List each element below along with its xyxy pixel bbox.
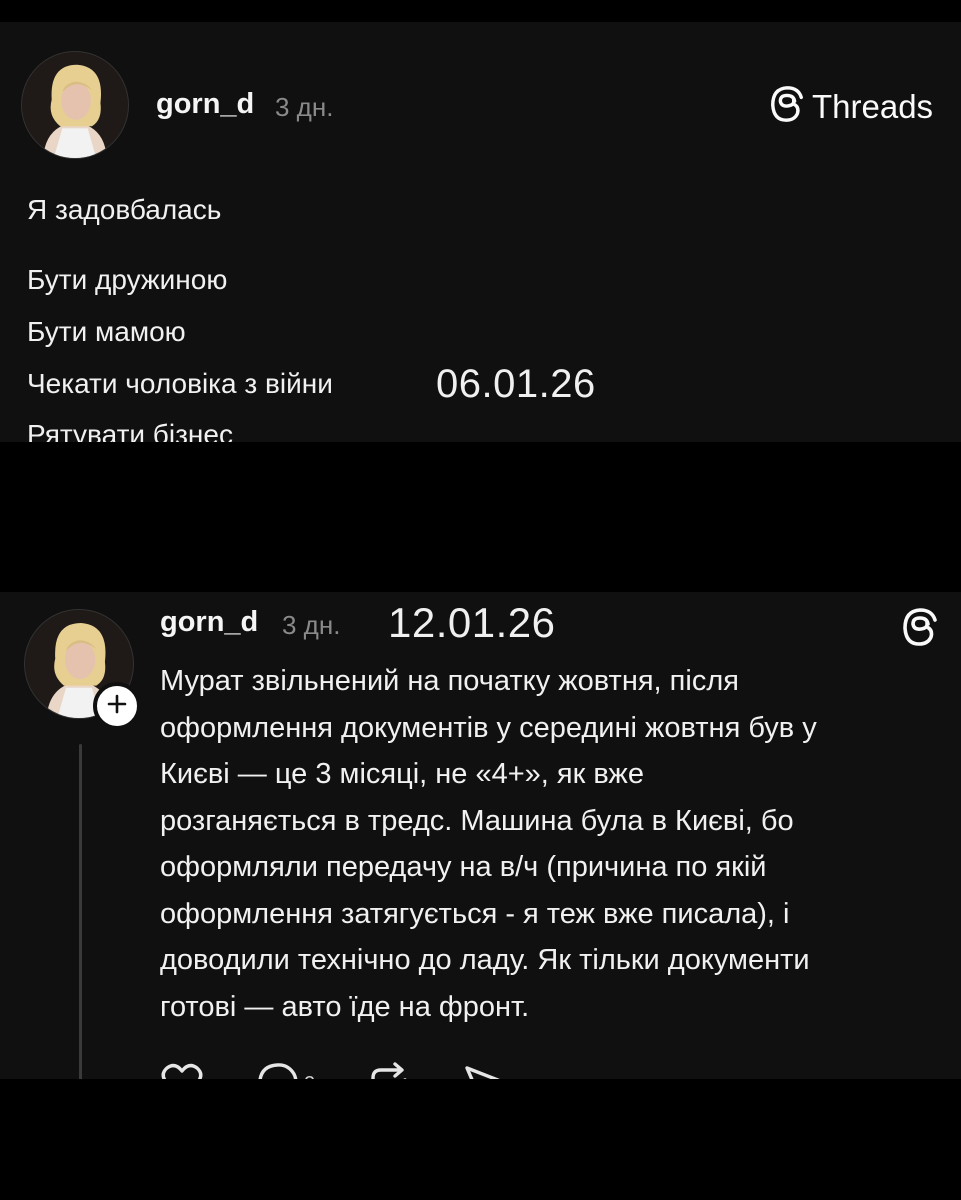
post-time: 3 дн. (282, 610, 341, 640)
thread-line (79, 744, 82, 1079)
plus-icon (106, 693, 128, 720)
threads-brand[interactable]: Threads (768, 84, 933, 129)
action-bar: 2 (160, 1062, 559, 1079)
reply-button[interactable]: 2 (256, 1062, 315, 1079)
post-card-2: gorn_d 3 дн. 12.01.26 Мурат звільнений н… (0, 592, 961, 1079)
post-time: 3 дн. (275, 92, 334, 122)
post-line: оформлення затягується - я теж вже писал… (160, 897, 790, 930)
post-line: розганяється в тредс. Машина була в Києв… (160, 804, 794, 837)
threads-logo-icon (768, 84, 806, 129)
heart-icon (160, 1062, 204, 1079)
post-line: доводили технічно до ладу. Як тільки док… (160, 944, 810, 976)
comment-icon (256, 1062, 300, 1079)
username[interactable]: gorn_d (160, 606, 258, 639)
repost-icon (367, 1062, 411, 1079)
date-stamp: 12.01.26 (388, 599, 556, 646)
post-card-1: gorn_d 3 дн. Threads Я задовбалась Бути … (0, 22, 961, 442)
post-line: Я задовбалась (27, 194, 222, 225)
avatar-photo (22, 52, 128, 158)
post-line: Бути дружиною (27, 264, 228, 295)
repost-button[interactable] (367, 1062, 411, 1079)
date-stamp: 06.01.26 (436, 362, 596, 406)
post-body: Мурат звільнений на початку жовтня, післ… (160, 658, 940, 1030)
post-line: Чекати чоловіка з війни (27, 368, 333, 399)
post-line: Мурат звільнений на початку жовтня, післ… (160, 665, 739, 697)
post-line: оформлення документів у середині жовтня … (160, 711, 817, 744)
post-line: Рятувати бізнес (27, 419, 233, 442)
post-line: оформляли передачу на в/ч (причина по як… (160, 851, 767, 883)
like-button[interactable] (160, 1062, 204, 1079)
post-line: готові — авто їде на фронт. (160, 990, 530, 1023)
threads-logo-icon[interactable] (900, 606, 940, 653)
avatar[interactable] (22, 52, 128, 158)
username[interactable]: gorn_d (156, 88, 254, 121)
send-icon (463, 1062, 507, 1079)
reply-count: 2 (304, 1073, 315, 1079)
brand-name: Threads (812, 87, 934, 125)
share-button[interactable] (463, 1062, 507, 1079)
post-line: Києві — це 3 місяці, не «4+», як вже (160, 758, 644, 790)
follow-button[interactable] (93, 682, 141, 730)
post-line: Бути мамою (27, 316, 186, 347)
